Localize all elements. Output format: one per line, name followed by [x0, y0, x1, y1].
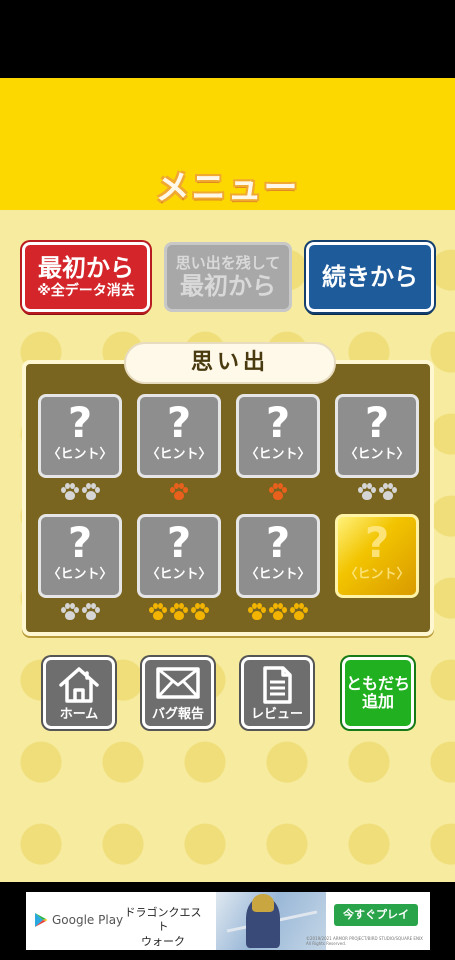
- start-over-button[interactable]: 最初から ※全データ消去: [22, 242, 150, 312]
- hint-label: 〈ヒント〉: [47, 447, 113, 462]
- add-friend-label: ともだち: [345, 673, 410, 693]
- helmet-graphic: [252, 894, 274, 912]
- memory-card-gold[interactable]: ? 〈ヒント〉: [335, 514, 419, 598]
- paw-icon: [81, 483, 100, 501]
- memories-panel: 思い出 ? 〈ヒント〉 ? 〈ヒント〉 ? 〈ヒント〉 ? 〈ヒント〉 ? 〈ヒ…: [22, 342, 434, 636]
- hint-label: 〈ヒント〉: [245, 567, 311, 582]
- paw-icon: [170, 483, 188, 501]
- memory-card[interactable]: ? 〈ヒント〉: [38, 514, 122, 598]
- keep-memories-label-main: 最初から: [180, 272, 276, 301]
- hint-label: 〈ヒント〉: [146, 567, 212, 582]
- hint-label: 〈ヒント〉: [344, 567, 410, 582]
- paw-icon: [357, 483, 376, 501]
- ad-banner-area: Google Play ドラゴンクエスト ウォーク 今すぐプレイ ©2019/2…: [0, 882, 455, 960]
- ad-title-line: ドラゴンクエスト: [124, 906, 202, 934]
- paw-rating: [236, 602, 320, 622]
- start-over-note: ※全データ消去: [37, 283, 135, 299]
- play-now-button[interactable]: 今すぐプレイ: [334, 904, 418, 926]
- status-bar: [0, 0, 455, 78]
- home-label: ホーム: [59, 707, 99, 722]
- memory-card[interactable]: ? 〈ヒント〉: [236, 514, 320, 598]
- question-mark-icon: ?: [67, 518, 93, 567]
- document-icon: [263, 666, 292, 704]
- question-mark-icon: ?: [265, 518, 291, 567]
- start-over-label: 最初から: [38, 253, 134, 282]
- google-play-icon: [35, 913, 48, 927]
- question-mark-icon: ?: [265, 398, 291, 447]
- add-friend-label-2: 追加: [361, 692, 394, 711]
- paw-rating: [38, 482, 122, 502]
- review-button[interactable]: レビュー: [241, 657, 313, 729]
- home-icon: [59, 667, 99, 703]
- start-over-keep-memories-button[interactable]: 思い出を残して 最初から: [164, 242, 292, 312]
- keep-memories-label: 思い出を残して: [175, 253, 281, 272]
- paw-rating: [137, 482, 221, 502]
- paw-icon: [191, 603, 209, 621]
- page-title: メニュー: [155, 168, 300, 208]
- paw-icon: [378, 483, 397, 501]
- bug-report-label: バグ報告: [151, 707, 204, 722]
- hint-label: 〈ヒント〉: [47, 567, 113, 582]
- store-name: Google Play: [52, 913, 124, 927]
- question-mark-icon: ?: [67, 398, 93, 447]
- ad-title: ドラゴンクエスト ウォーク: [122, 906, 204, 949]
- hint-label: 〈ヒント〉: [344, 447, 410, 462]
- paw-rating: [137, 602, 221, 622]
- paw-icon: [170, 603, 188, 621]
- hint-label: 〈ヒント〉: [245, 447, 311, 462]
- paw-rating: [335, 482, 419, 502]
- menu-body: 最初から ※全データ消去 思い出を残して 最初から 続きから 思い出 ? 〈ヒン…: [0, 210, 455, 882]
- paw-icon: [269, 483, 287, 501]
- continue-label: 続きから: [322, 262, 418, 291]
- paw-icon: [81, 603, 100, 621]
- question-mark-icon: ?: [364, 398, 390, 447]
- header: メニュー: [0, 78, 455, 210]
- review-label: レビュー: [250, 707, 303, 722]
- memory-card[interactable]: ? 〈ヒント〉: [137, 514, 221, 598]
- paw-rating: [236, 482, 320, 502]
- ad-title-line: ウォーク: [141, 934, 185, 948]
- bug-report-button[interactable]: バグ報告: [142, 657, 214, 729]
- paw-icon: [248, 603, 266, 621]
- paw-icon: [60, 483, 79, 501]
- paw-icon: [269, 603, 287, 621]
- paw-rating: [38, 602, 122, 622]
- question-mark-icon: ?: [166, 518, 192, 567]
- paw-icon: [290, 603, 308, 621]
- hint-label: 〈ヒント〉: [146, 447, 212, 462]
- ad-copyright: ©2019/2021 ARMOR PROJECT/BIRD STUDIO/SQU…: [306, 936, 423, 946]
- paw-icon: [149, 603, 167, 621]
- mail-icon: [156, 667, 200, 699]
- continue-button[interactable]: 続きから: [306, 242, 434, 312]
- memory-card[interactable]: ? 〈ヒント〉: [38, 394, 122, 478]
- paw-icon: [60, 603, 79, 621]
- memory-card[interactable]: ? 〈ヒント〉: [236, 394, 320, 478]
- add-friend-button[interactable]: ともだち 追加: [342, 657, 414, 729]
- question-mark-icon: ?: [166, 398, 192, 447]
- ad-banner[interactable]: Google Play ドラゴンクエスト ウォーク 今すぐプレイ ©2019/2…: [26, 892, 430, 950]
- memory-card[interactable]: ? 〈ヒント〉: [137, 394, 221, 478]
- memories-title: 思い出: [124, 342, 336, 384]
- memory-card[interactable]: ? 〈ヒント〉: [335, 394, 419, 478]
- home-button[interactable]: ホーム: [43, 657, 115, 729]
- question-mark-icon: ?: [364, 518, 390, 567]
